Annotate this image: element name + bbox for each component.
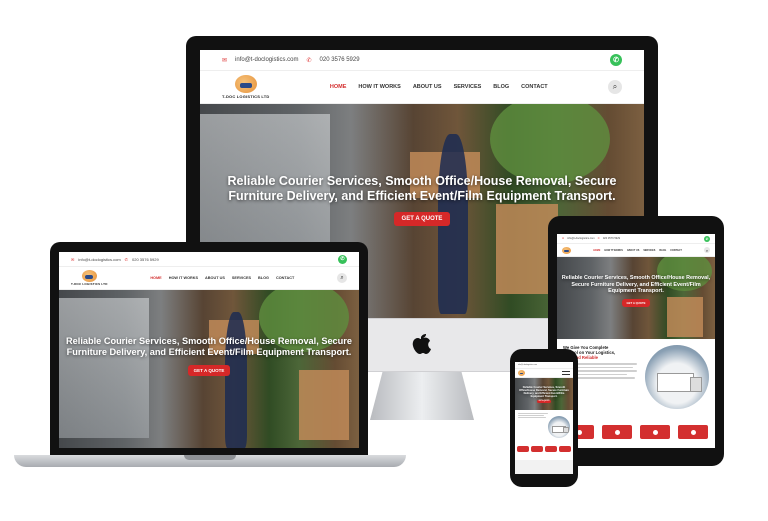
truck-logo-icon xyxy=(562,246,571,254)
box-stack-image xyxy=(299,370,349,440)
email-link[interactable]: info@t-doclogistics.com xyxy=(567,237,594,240)
service-card[interactable] xyxy=(602,425,632,439)
whatsapp-icon[interactable]: ✆ xyxy=(338,254,347,264)
truck-logo-icon xyxy=(81,270,97,282)
service-icon xyxy=(690,429,696,435)
truck-logo-icon xyxy=(518,370,525,376)
email-link[interactable]: info@t-doclogistics.com xyxy=(78,257,120,262)
search-icon[interactable]: ⌕ xyxy=(703,247,710,253)
hero-title: Reliable Courier Services, Smooth Office… xyxy=(561,275,711,295)
envelope-icon: ✉ xyxy=(71,256,75,262)
laptop-notch xyxy=(184,455,236,460)
nav-contact[interactable]: CONTACT xyxy=(670,249,682,252)
phone-link[interactable]: 020 3576 5929 xyxy=(132,257,159,262)
logo-text: T-DOC LOGISTICS LTD xyxy=(222,94,270,99)
top-bar: ✉ info@t-doclogistics.com ✆ 020 3576 592… xyxy=(557,234,715,243)
apple-logo-icon xyxy=(412,334,431,354)
nav-about-us[interactable]: ABOUT US xyxy=(627,249,639,252)
service-card[interactable] xyxy=(531,446,543,452)
site-logo[interactable]: T-DOC LOGISTICS LTD xyxy=(222,75,270,99)
about-section xyxy=(515,410,573,444)
hero-title: Reliable Courier Services, Smooth Office… xyxy=(66,336,352,357)
hero-title: Reliable Courier Services, Smooth Office… xyxy=(227,174,617,203)
tree-image xyxy=(490,104,610,184)
tablet-screen: ✉ info@t-doclogistics.com ✆ 020 3576 592… xyxy=(557,234,715,448)
email-link[interactable]: info@t-doclogistics.com xyxy=(518,364,537,366)
services-row xyxy=(557,421,715,448)
hero-content: Reliable Courier Services, Smooth Office… xyxy=(59,336,359,376)
service-icon xyxy=(614,429,620,435)
get-a-quote-button[interactable]: GET A QUOTE xyxy=(187,365,231,376)
nav-services[interactable]: SERVICES xyxy=(643,249,655,252)
nav-home[interactable]: HOME xyxy=(330,84,347,90)
nav-services[interactable]: SERVICES xyxy=(454,84,482,90)
service-card[interactable] xyxy=(640,425,670,439)
hero-section: Reliable Courier Services, Smooth Office… xyxy=(515,378,573,410)
footer-area xyxy=(515,460,573,474)
nav-services[interactable]: SERVICES xyxy=(232,276,251,280)
nav-about-us[interactable]: ABOUT US xyxy=(413,84,442,90)
services-row xyxy=(515,444,573,460)
nav-how-it-works[interactable]: HOW IT WORKS xyxy=(358,84,400,90)
monitor-stand xyxy=(370,372,474,420)
hamburger-menu-icon[interactable] xyxy=(562,371,570,375)
envelope-icon: ✉ xyxy=(562,237,565,240)
nav-how-it-works[interactable]: HOW IT WORKS xyxy=(604,249,622,252)
hero-section: Reliable Courier Services, Smooth Office… xyxy=(59,290,359,448)
service-card[interactable] xyxy=(545,446,557,452)
nav-menu: HOME HOW IT WORKS ABOUT US SERVICES BLOG… xyxy=(150,276,294,280)
top-bar: ✉ info@t-doclogistics.com ✆ 020 3576 592… xyxy=(59,252,359,266)
phone-icon: ✆ xyxy=(124,256,129,262)
hero-section: Reliable Courier Services, Smooth Office… xyxy=(557,257,715,339)
service-card[interactable] xyxy=(678,425,708,439)
search-icon[interactable]: ⌕ xyxy=(337,273,347,283)
nav-blog[interactable]: BLOG xyxy=(258,276,269,280)
phone-link[interactable]: 020 3576 5929 xyxy=(603,237,620,240)
whatsapp-icon[interactable]: ✆ xyxy=(610,54,622,66)
main-nav: HOME HOW IT WORKS ABOUT US SERVICES BLOG… xyxy=(557,243,715,257)
hero-title: Reliable Courier Services, Smooth Office… xyxy=(519,386,569,399)
nav-home[interactable]: HOME xyxy=(150,276,161,280)
nav-contact[interactable]: CONTACT xyxy=(276,276,294,280)
nav-blog[interactable]: BLOG xyxy=(493,84,509,90)
about-section: We Give You Complete Control on Your Log… xyxy=(557,339,715,421)
get-a-quote-button[interactable]: GET A QUOTE xyxy=(622,298,650,307)
phone-screen: info@t-doclogistics.com Reliable Courier… xyxy=(515,362,573,474)
envelope-icon: ✉ xyxy=(222,57,228,64)
main-nav xyxy=(515,368,573,378)
phone-icon: ✆ xyxy=(306,57,312,64)
email-link[interactable]: info@t-doclogistics.com xyxy=(235,57,298,63)
search-icon[interactable]: ⌕ xyxy=(608,80,622,94)
get-a-quote-button[interactable]: GET A QUOTE xyxy=(393,212,451,226)
truck-image xyxy=(645,345,709,409)
top-bar: ✉ info@t-doclogistics.com ✆ 020 3576 592… xyxy=(200,50,644,70)
phone-link[interactable]: 020 3576 5929 xyxy=(320,57,360,63)
main-nav: T-DOC LOGISTICS LTD HOME HOW IT WORKS AB… xyxy=(59,266,359,290)
truck-image xyxy=(548,416,570,438)
service-card[interactable] xyxy=(517,446,529,452)
nav-contact[interactable]: CONTACT xyxy=(521,84,547,90)
site-logo[interactable] xyxy=(562,246,571,254)
phone-icon: ✆ xyxy=(597,237,600,240)
site-logo[interactable]: T-DOC LOGISTICS LTD xyxy=(71,270,108,286)
nav-menu: HOME HOW IT WORKS ABOUT US SERVICES BLOG… xyxy=(593,249,682,252)
nav-home[interactable]: HOME xyxy=(593,249,600,252)
nav-how-it-works[interactable]: HOW IT WORKS xyxy=(169,276,198,280)
courier-person-image xyxy=(225,312,247,448)
hero-content: Reliable Courier Services, Smooth Office… xyxy=(557,275,715,307)
main-nav: T-DOC LOGISTICS LTD HOME HOW IT WORKS AB… xyxy=(200,70,644,104)
nav-menu: HOME HOW IT WORKS ABOUT US SERVICES BLOG… xyxy=(330,84,548,90)
nav-blog[interactable]: BLOG xyxy=(659,249,666,252)
get-a-quote-button[interactable]: GET A QUOTE xyxy=(536,400,552,404)
service-card[interactable] xyxy=(559,446,571,452)
laptop-screen: ✉ info@t-doclogistics.com ✆ 020 3576 592… xyxy=(59,252,359,448)
nav-about-us[interactable]: ABOUT US xyxy=(205,276,225,280)
service-icon xyxy=(652,429,658,435)
truck-logo-icon xyxy=(234,75,257,93)
whatsapp-icon[interactable]: ✆ xyxy=(704,235,710,242)
logo-text: T-DOC LOGISTICS LTD xyxy=(71,282,108,286)
hero-content: Reliable Courier Services, Smooth Office… xyxy=(515,386,573,404)
